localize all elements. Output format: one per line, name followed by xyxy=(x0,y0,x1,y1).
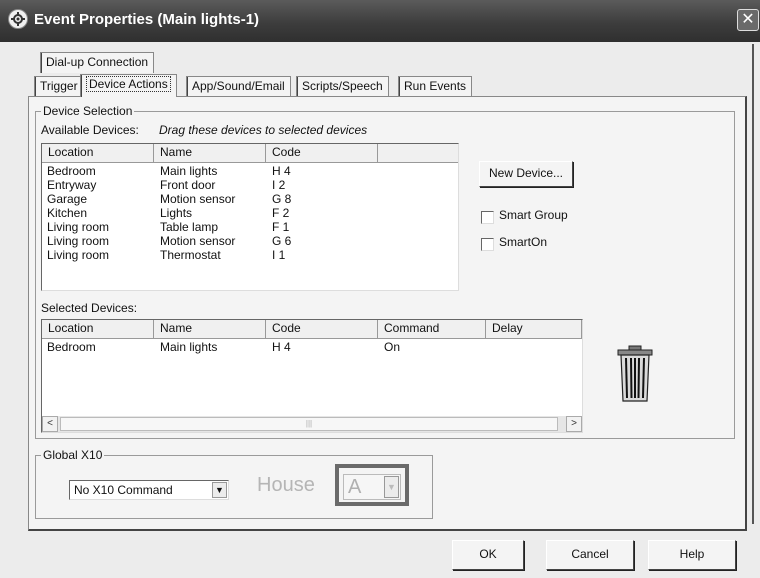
column-header-name[interactable]: Name xyxy=(154,144,266,162)
cell-command: On xyxy=(384,340,401,354)
trash-can-icon[interactable] xyxy=(615,345,655,403)
cell-location: Bedroom xyxy=(47,164,96,178)
cell-code: H 4 xyxy=(272,164,291,178)
tab-label: Run Events xyxy=(404,79,467,93)
selected-devices-list[interactable]: Location Name Code Command Delay Bedroom… xyxy=(41,319,583,433)
tab-dial-up-connection[interactable]: Dial-up Connection xyxy=(40,52,155,73)
cell-code: F 1 xyxy=(272,220,290,234)
drag-hint: Drag these devices to selected devices xyxy=(159,123,368,137)
cell-code: G 6 xyxy=(272,234,292,248)
smart-group-label[interactable]: Smart Group xyxy=(499,208,568,222)
x10-command-value: No X10 Command xyxy=(74,483,173,497)
tab-label: Trigger xyxy=(40,79,78,93)
cell-name: Motion sensor xyxy=(160,234,236,248)
house-select-frame: A ▼ xyxy=(335,464,409,506)
title-bar[interactable]: Event Properties (Main lights-1) ✕ xyxy=(0,0,760,42)
scroll-thumb[interactable]: ||| xyxy=(60,417,558,431)
tab-run-events[interactable]: Run Events xyxy=(398,76,473,97)
house-value: A xyxy=(348,476,362,498)
chevron-down-icon[interactable]: ▼ xyxy=(212,482,227,498)
cell-code: F 2 xyxy=(272,206,290,220)
cell-location: Kitchen xyxy=(47,206,88,220)
cell-location: Living room xyxy=(47,248,110,262)
horizontal-scrollbar[interactable]: < ||| > xyxy=(42,416,582,432)
device-selection-label: Device Selection xyxy=(41,104,135,118)
cell-name: Table lamp xyxy=(160,220,219,234)
cell-location: Entryway xyxy=(47,178,97,192)
tab-label: Dial-up Connection xyxy=(46,55,149,69)
house-label: House xyxy=(257,474,315,496)
chevron-down-icon[interactable]: ▼ xyxy=(384,476,399,498)
cell-name: Main lights xyxy=(160,164,218,178)
column-header-location[interactable]: Location xyxy=(42,320,154,338)
selected-devices-label: Selected Devices: xyxy=(41,301,138,315)
cell-name: Thermostat xyxy=(160,248,221,262)
gear-icon xyxy=(8,9,28,29)
column-header-blank[interactable] xyxy=(378,144,458,162)
cell-code: G 8 xyxy=(272,192,292,206)
tab-label: Device Actions xyxy=(86,76,171,92)
column-header-delay[interactable]: Delay xyxy=(486,320,582,338)
tab-label: Scripts/Speech xyxy=(302,79,383,93)
available-devices-header: Location Name Code xyxy=(42,144,458,163)
cell-name: Lights xyxy=(160,206,193,220)
scroll-left-button[interactable]: < xyxy=(42,416,58,432)
cell-code: I 2 xyxy=(272,178,286,192)
scroll-right-button[interactable]: > xyxy=(566,416,582,432)
smart-group-checkbox[interactable] xyxy=(481,211,494,224)
tab-app-sound-email[interactable]: App/Sound/Email xyxy=(186,76,291,97)
cell-name: Motion sensor xyxy=(160,192,236,206)
available-devices-list[interactable]: Location Name Code Bedroom Main lights H… xyxy=(41,143,459,291)
cell-name: Main lights xyxy=(160,340,218,354)
smart-on-checkbox[interactable] xyxy=(481,238,494,251)
event-properties-window: Event Properties (Main lights-1) ✕ Dial-… xyxy=(0,0,760,578)
cell-location: Living room xyxy=(47,220,110,234)
window-title: Event Properties (Main lights-1) xyxy=(34,11,260,28)
column-header-code[interactable]: Code xyxy=(266,144,378,162)
global-x10-label: Global X10 xyxy=(41,448,105,462)
house-select[interactable]: A ▼ xyxy=(343,474,401,500)
tab-device-actions[interactable]: Device Actions xyxy=(80,74,177,97)
tab-label: App/Sound/Email xyxy=(192,79,285,93)
x10-command-select[interactable]: No X10 Command ▼ xyxy=(69,480,229,500)
ok-button[interactable]: OK xyxy=(452,540,524,570)
column-header-name[interactable]: Name xyxy=(154,320,266,338)
available-devices-label: Available Devices: xyxy=(41,123,139,137)
cell-name: Front door xyxy=(160,178,216,192)
close-icon: ✕ xyxy=(741,11,755,28)
panel-back-edge xyxy=(752,44,754,524)
column-header-location[interactable]: Location xyxy=(42,144,154,162)
help-button[interactable]: Help xyxy=(648,540,736,570)
selected-devices-header: Location Name Code Command Delay xyxy=(42,320,582,339)
column-header-command[interactable]: Command xyxy=(378,320,486,338)
cancel-button[interactable]: Cancel xyxy=(546,540,634,570)
smart-on-label[interactable]: SmartOn xyxy=(499,235,547,249)
device-actions-panel: Device Selection Available Devices: Drag… xyxy=(28,96,747,531)
cell-location: Living room xyxy=(47,234,110,248)
new-device-button[interactable]: New Device... xyxy=(479,161,573,187)
cell-location: Bedroom xyxy=(47,340,96,354)
cell-location: Garage xyxy=(47,192,88,206)
cell-code: I 1 xyxy=(272,248,286,262)
column-header-code[interactable]: Code xyxy=(266,320,378,338)
tab-scripts-speech[interactable]: Scripts/Speech xyxy=(296,76,389,97)
close-button[interactable]: ✕ xyxy=(737,9,759,31)
cell-code: H 4 xyxy=(272,340,291,354)
tab-trigger[interactable]: Trigger xyxy=(34,76,84,97)
